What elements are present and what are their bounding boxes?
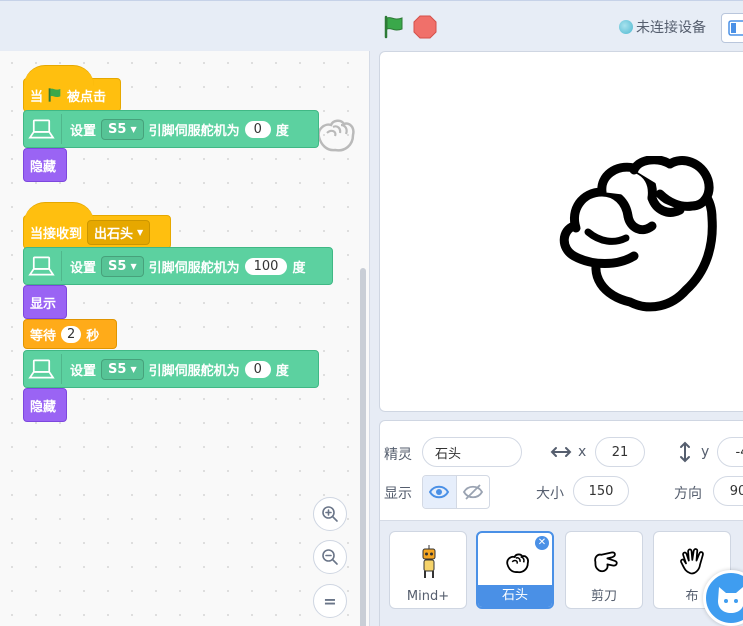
chevron-down-icon: ▼ [130,124,137,134]
show-label: 显示 [384,486,412,502]
sprite-card-label: Mind+ [406,589,450,604]
block-label: 等待 [30,328,57,344]
sprite-info-panel: 精灵 石头 x 21 y -4 显示 大小 150 方向 90 Mind+ ✕ … [379,420,743,626]
hide-block[interactable]: 隐藏 [23,388,67,422]
block-label: 隐藏 [30,159,57,175]
block-label: 引脚伺服舵机为 [148,260,240,276]
sprite-card-label: 石头 [478,585,552,607]
sprite-name-input[interactable]: 石头 [422,437,522,467]
wait-seconds-input[interactable]: 2 [61,325,82,343]
direction-input[interactable]: 90 [713,476,743,506]
x-input[interactable]: 21 [595,437,645,467]
top-toolbar: 未连接设备 [0,0,743,50]
port-value: S5 [108,258,127,274]
x-label: x [578,444,587,460]
block-label: 显示 [30,296,57,312]
microbit-board-icon [28,354,62,384]
angle-input[interactable]: 100 [244,257,288,275]
port-dropdown[interactable]: S5 ▼ [101,118,144,140]
chevron-down-icon: ▼ [130,261,137,271]
green-flag-icon [48,88,61,102]
zoom-in-icon [322,506,338,522]
wait-block[interactable]: 等待 2 秒 [23,319,117,349]
sprite-card-label: 剪刀 [590,589,617,604]
block-label: 引脚伺服舵机为 [148,363,240,379]
scissors-hand-icon [566,538,642,586]
microbit-board-icon [28,251,62,281]
block-label: 设置 [70,123,97,139]
block-label: 设置 [70,363,97,379]
rock-fist-icon [478,539,552,587]
visibility-toggle [422,475,490,509]
set-servo-block[interactable]: 设置 S5 ▼ 引脚伺服舵机为 0 度 [23,110,319,148]
port-value: S5 [108,121,127,137]
block-label: 秒 [86,328,100,344]
y-input[interactable]: -4 [717,437,743,467]
sprite-list: Mind+ ✕ 石头 剪刀 布 [380,520,743,626]
stage[interactable] [379,51,743,412]
rock-fist-sprite[interactable] [552,156,722,316]
green-flag-icon[interactable] [382,15,406,39]
zoom-reset-button[interactable]: = [313,584,347,618]
message-value: 出石头 [94,226,134,242]
message-dropdown[interactable]: 出石头 ▼ [87,219,151,245]
port-dropdown[interactable]: S5 ▼ [101,358,144,380]
block-label: 引脚伺服舵机为 [148,123,240,139]
size-label: 大小 [536,486,564,502]
assistant-mascot-button[interactable] [703,570,743,626]
eye-off-icon [462,484,483,500]
hat-prefix: 当 [30,89,44,105]
vertical-arrows-icon [680,441,690,463]
y-label: y [701,444,710,460]
code-workspace[interactable]: 当 被点击 设置 S5 ▼ 引脚伺服舵机为 0 度 隐藏 当接收到 出石头 ▼ 设置… [0,51,370,626]
hide-sprite-button[interactable] [455,476,489,508]
port-value: S5 [108,361,127,377]
port-dropdown[interactable]: S5 ▼ [101,255,144,277]
show-block[interactable]: 显示 [23,285,67,319]
sprite-card-mind[interactable]: Mind+ [389,531,467,609]
layout-toggle-button[interactable] [721,13,743,43]
cat-face-icon [718,587,743,613]
angle-input[interactable]: 0 [244,120,271,138]
zoom-out-icon [322,549,338,565]
device-status-label: 未连接设备 [636,20,706,36]
sprite-card-rock[interactable]: ✕ 石头 [476,531,554,609]
size-input[interactable]: 150 [573,476,629,506]
when-flag-clicked-block[interactable]: 当 被点击 [23,65,121,112]
set-servo-block[interactable]: 设置 S5 ▼ 引脚伺服舵机为 100 度 [23,247,333,285]
hat-suffix: 被点击 [67,89,107,105]
eye-icon [429,485,450,499]
set-servo-block[interactable]: 设置 S5 ▼ 引脚伺服舵机为 0 度 [23,350,319,388]
when-receive-block[interactable]: 当接收到 出石头 ▼ [23,202,171,249]
hat-prefix: 当接收到 [30,226,83,242]
hide-block[interactable]: 隐藏 [23,148,67,182]
device-status[interactable]: 未连接设备 [619,17,706,37]
sprite-card-scissors[interactable]: 剪刀 [565,531,643,609]
stop-icon[interactable] [413,15,437,39]
sprite-name-label: 精灵 [384,447,412,463]
chevron-down-icon: ▼ [130,364,137,374]
current-sprite-watermark-icon [317,119,355,152]
horizontal-arrows-icon [550,447,572,457]
zoom-reset-label: = [323,591,337,611]
connection-status-icon [619,20,633,34]
direction-label: 方向 [674,486,702,502]
angle-input[interactable]: 0 [244,360,271,378]
vertical-scrollbar[interactable] [360,268,366,626]
mind-plus-robot-icon [390,538,466,586]
block-label: 隐藏 [30,399,57,415]
show-sprite-button[interactable] [423,476,456,508]
block-label: 度 [275,363,289,379]
zoom-in-button[interactable] [313,497,347,531]
block-label: 度 [292,260,306,276]
zoom-out-button[interactable] [313,540,347,574]
chevron-down-icon: ▼ [137,227,144,237]
block-label: 度 [275,123,289,139]
microbit-board-icon [28,114,62,144]
block-label: 设置 [70,260,97,276]
